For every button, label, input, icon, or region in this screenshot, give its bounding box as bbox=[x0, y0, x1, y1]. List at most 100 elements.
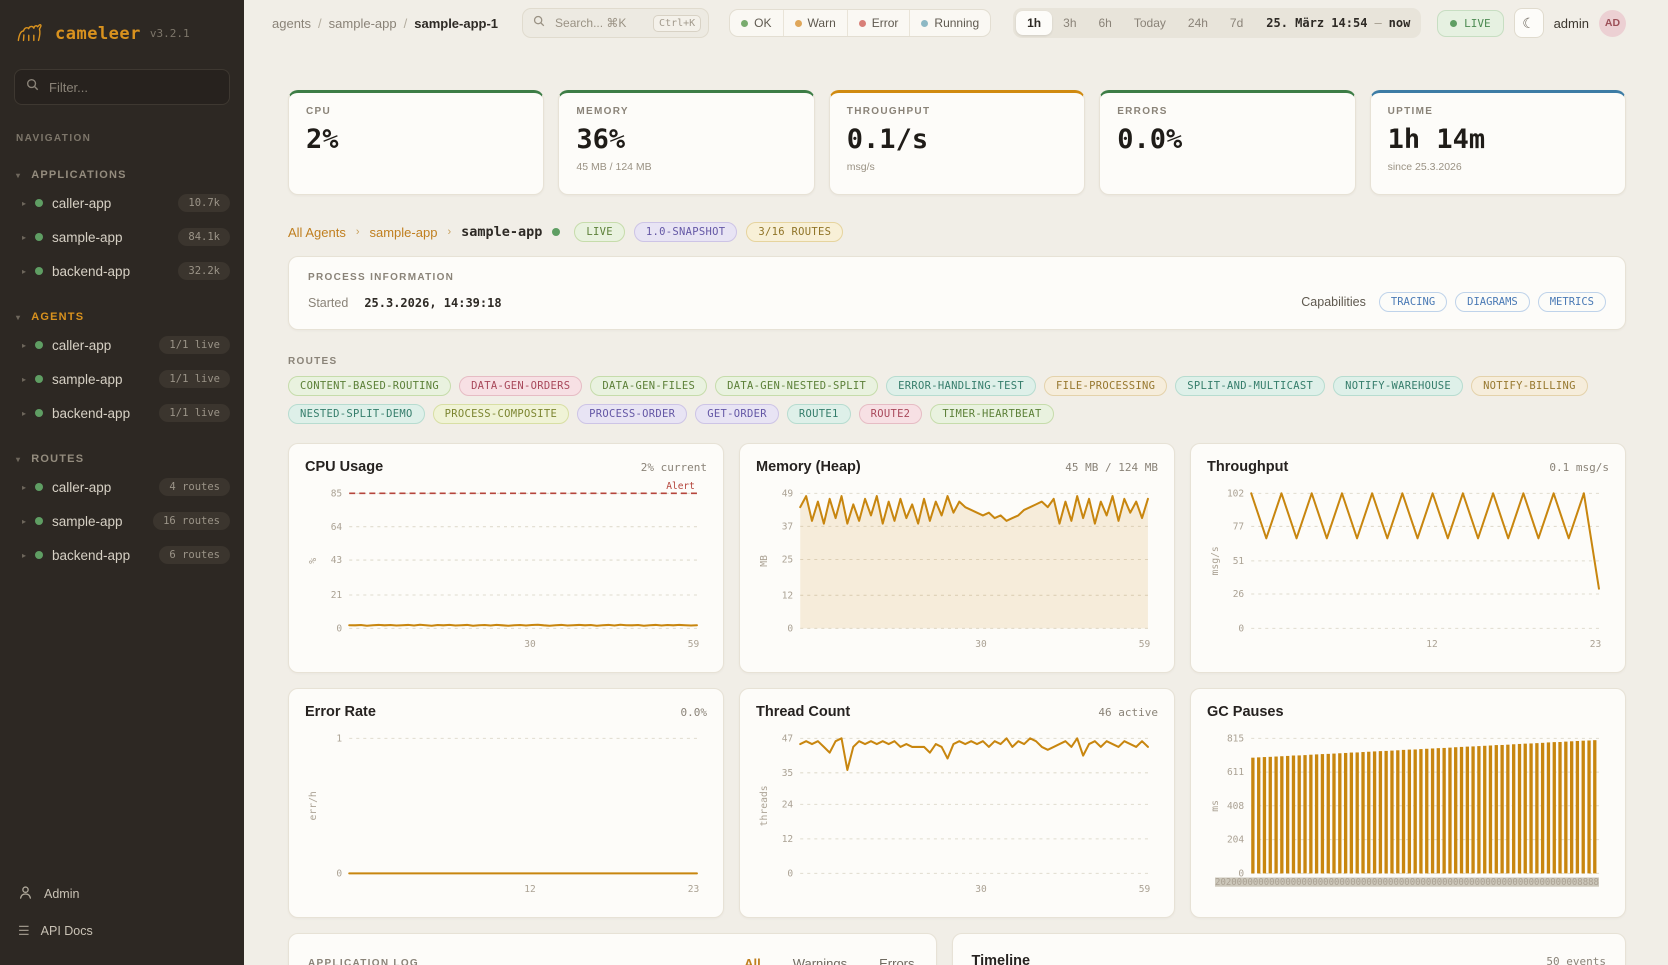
tab-all[interactable]: All bbox=[742, 956, 763, 965]
process-info-panel: PROCESS INFORMATION Started 25.3.2026, 1… bbox=[288, 256, 1626, 330]
svg-text:59: 59 bbox=[1139, 639, 1151, 650]
route-badge-file-processing[interactable]: FILE-PROCESSING bbox=[1044, 376, 1167, 396]
status-dot-icon bbox=[35, 517, 43, 525]
chart-title: GC Pauses bbox=[1207, 704, 1284, 720]
route-badge-process-composite[interactable]: PROCESS-COMPOSITE bbox=[433, 404, 570, 424]
status-filter-ok[interactable]: OK bbox=[730, 10, 783, 36]
sidebar-item-sample-app[interactable]: ▸sample-app16 routes bbox=[0, 504, 244, 538]
time-range-1h[interactable]: 1h bbox=[1016, 11, 1052, 35]
route-badges: CONTENT-BASED-ROUTING DATA-GEN-ORDERS DATA… bbox=[288, 376, 1626, 424]
global-search[interactable]: Ctrl+K bbox=[522, 8, 709, 38]
sidebar-item-label: caller-app bbox=[52, 196, 111, 211]
stat-card-uptime: UPTIME1h 14msince 25.3.2026 bbox=[1370, 90, 1626, 195]
agent-badge-3/16 routes[interactable]: 3/16 ROUTES bbox=[746, 222, 843, 242]
sidebar-item-label: caller-app bbox=[52, 480, 111, 495]
agent-crumb-sample-app[interactable]: sample-app bbox=[370, 225, 438, 240]
sidebar-item-admin[interactable]: Admin bbox=[0, 875, 244, 913]
avatar[interactable]: AD bbox=[1599, 10, 1626, 37]
breadcrumb-agents[interactable]: agents bbox=[272, 16, 311, 31]
breadcrumb-sample-app[interactable]: sample-app bbox=[329, 16, 397, 31]
sidebar-footer-label: API Docs bbox=[41, 924, 93, 938]
sidebar-section-header-applications[interactable]: ▾APPLICATIONS bbox=[0, 164, 244, 186]
agent-badge-live[interactable]: LIVE bbox=[574, 222, 625, 242]
status-filter-warn[interactable]: Warn bbox=[784, 10, 848, 36]
tab-warnings[interactable]: Warnings bbox=[791, 956, 849, 965]
route-badge-get-order[interactable]: GET-ORDER bbox=[695, 404, 779, 424]
svg-text:%: % bbox=[308, 558, 319, 564]
date-range[interactable]: 25. März 14:54—now bbox=[1254, 16, 1418, 30]
svg-text:85: 85 bbox=[331, 488, 343, 499]
sidebar-item-caller-app[interactable]: ▸caller-app10.7k bbox=[0, 186, 244, 220]
sidebar-section-header-routes[interactable]: ▾ROUTES bbox=[0, 448, 244, 470]
svg-text:0: 0 bbox=[336, 868, 342, 879]
sidebar-section-header-agents[interactable]: ▾AGENTS bbox=[0, 306, 244, 328]
route-badge-notify-warehouse[interactable]: NOTIFY-WAREHOUSE bbox=[1333, 376, 1463, 396]
chart-current-value: 0.1 msg/s bbox=[1549, 461, 1609, 474]
theme-toggle-moon-icon[interactable]: ☾ bbox=[1514, 8, 1544, 38]
chart-current-value: 46 active bbox=[1098, 706, 1158, 719]
route-badge-timer-heartbeat[interactable]: TIMER-HEARTBEAT bbox=[930, 404, 1053, 424]
status-filter-running[interactable]: Running bbox=[910, 10, 990, 36]
route-badge-split-and-multicast[interactable]: SPLIT-AND-MULTICAST bbox=[1175, 376, 1325, 396]
logo[interactable]: cameleer v3.2.1 bbox=[0, 14, 244, 69]
live-indicator[interactable]: LIVE bbox=[1437, 10, 1504, 37]
chart-title: Memory (Heap) bbox=[756, 459, 861, 475]
time-range-3h[interactable]: 3h bbox=[1052, 11, 1087, 35]
sidebar-item-backend-app[interactable]: ▸backend-app1/1 live bbox=[0, 396, 244, 430]
app-version: v3.2.1 bbox=[150, 27, 190, 40]
route-badge-route2[interactable]: ROUTE2 bbox=[859, 404, 923, 424]
svg-text:12: 12 bbox=[782, 590, 793, 601]
svg-text:MB: MB bbox=[759, 555, 770, 567]
routes-section-title: ROUTES bbox=[288, 356, 1626, 367]
chart-header: Thread Count46 active bbox=[756, 704, 1158, 720]
stat-subtext: 45 MB / 124 MB bbox=[576, 161, 796, 173]
sidebar-item-sample-app[interactable]: ▸sample-app1/1 live bbox=[0, 362, 244, 396]
chart-plot: 1027751260msg/s1223 bbox=[1207, 479, 1609, 655]
agent-crumb-all-agents[interactable]: All Agents bbox=[288, 225, 346, 240]
chart-header: CPU Usage2% current bbox=[305, 459, 707, 475]
agent-badge-1.0-snapshot[interactable]: 1.0-SNAPSHOT bbox=[634, 222, 737, 242]
capabilities-label: Capabilities bbox=[1301, 295, 1366, 309]
sidebar-item-caller-app[interactable]: ▸caller-app1/1 live bbox=[0, 328, 244, 362]
sidebar-item-backend-app[interactable]: ▸backend-app32.2k bbox=[0, 254, 244, 288]
sidebar-item-backend-app[interactable]: ▸backend-app6 routes bbox=[0, 538, 244, 572]
time-range-7d[interactable]: 7d bbox=[1219, 11, 1254, 35]
sidebar-filter[interactable] bbox=[14, 69, 230, 105]
chart-current-value: 2% current bbox=[641, 461, 707, 474]
chart-header: Error Rate0.0% bbox=[305, 704, 707, 720]
status-dot-icon bbox=[921, 20, 928, 27]
route-badge-error-handling-test[interactable]: ERROR-HANDLING-TEST bbox=[886, 376, 1036, 396]
time-range-today[interactable]: Today bbox=[1123, 11, 1177, 35]
route-badge-notify-billing[interactable]: NOTIFY-BILLING bbox=[1471, 376, 1588, 396]
route-badge-data-gen-orders[interactable]: DATA-GEN-ORDERS bbox=[459, 376, 582, 396]
tab-errors[interactable]: Errors bbox=[877, 956, 916, 965]
route-badge-content-based-routing[interactable]: CONTENT-BASED-ROUTING bbox=[288, 376, 451, 396]
stat-subtext: msg/s bbox=[847, 161, 1067, 173]
timeline-count: 50 events bbox=[1546, 955, 1606, 965]
filter-input[interactable] bbox=[47, 79, 218, 96]
svg-text:30: 30 bbox=[975, 639, 987, 650]
svg-text:30: 30 bbox=[524, 639, 536, 650]
search-input[interactable] bbox=[553, 15, 645, 31]
route-badge-route1[interactable]: ROUTE1 bbox=[787, 404, 851, 424]
breadcrumb-current: sample-app-1 bbox=[414, 16, 498, 31]
svg-text:611: 611 bbox=[1227, 767, 1244, 778]
sidebar-item-sample-app[interactable]: ▸sample-app84.1k bbox=[0, 220, 244, 254]
status-filter-error[interactable]: Error bbox=[848, 10, 911, 36]
sidebar-item-badge: 16 routes bbox=[153, 512, 230, 530]
sidebar-item-api-docs[interactable]: ☰ API Docs bbox=[0, 913, 244, 949]
sidebar-item-badge: 4 routes bbox=[159, 478, 230, 496]
sidebar-item-caller-app[interactable]: ▸caller-app4 routes bbox=[0, 470, 244, 504]
time-range-6h[interactable]: 6h bbox=[1088, 11, 1123, 35]
route-badge-data-gen-nested-split[interactable]: DATA-GEN-NESTED-SPLIT bbox=[715, 376, 878, 396]
dashboard-content: CPU2%MEMORY36%45 MB / 124 MBTHROUGHPUT0.… bbox=[244, 46, 1668, 965]
stat-value: 1h 14m bbox=[1388, 124, 1608, 155]
caret-icon: ▾ bbox=[16, 313, 21, 322]
route-badge-nested-split-demo[interactable]: NESTED-SPLIT-DEMO bbox=[288, 404, 425, 424]
svg-text:43: 43 bbox=[331, 555, 343, 566]
svg-text:37: 37 bbox=[782, 521, 794, 532]
svg-text:err/h: err/h bbox=[308, 791, 319, 820]
route-badge-data-gen-files[interactable]: DATA-GEN-FILES bbox=[590, 376, 707, 396]
route-badge-process-order[interactable]: PROCESS-ORDER bbox=[577, 404, 687, 424]
time-range-24h[interactable]: 24h bbox=[1177, 11, 1219, 35]
